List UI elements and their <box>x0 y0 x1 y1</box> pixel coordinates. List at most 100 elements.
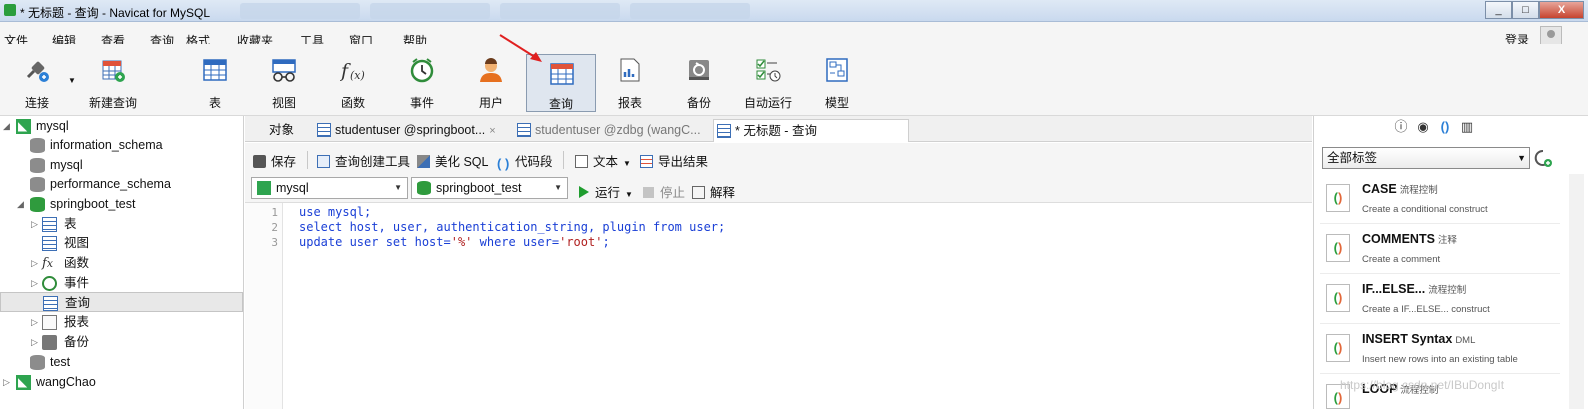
event-button[interactable]: 事件 <box>387 54 457 116</box>
database-open-icon <box>30 197 45 212</box>
view-button[interactable]: 视图 <box>249 54 319 116</box>
export-results-button[interactable]: 导出结果 <box>640 151 708 170</box>
dropdown-arrow-icon[interactable]: ▼ <box>625 190 633 199</box>
auto-run-button[interactable]: 自动运行 <box>733 54 803 116</box>
tree-node-db[interactable]: performance_schema <box>0 174 243 194</box>
connection-tree: ◢ mysql information_schema mysql perform… <box>0 116 244 409</box>
tree-node-conn-wangchao[interactable]: ▷ wangChao <box>0 372 243 392</box>
expand-triangle-icon[interactable]: ▷ <box>31 273 38 293</box>
connection-icon <box>16 116 31 136</box>
report-button[interactable]: 报表 <box>595 54 665 116</box>
tree-node-queries[interactable]: 查询 <box>0 292 243 312</box>
tree-node-db-springboot[interactable]: ◢ springboot_test <box>0 194 243 214</box>
code-snippet-button[interactable]: ( ) 代码段 <box>497 151 553 170</box>
connection-icon <box>16 372 31 392</box>
tree-node-db[interactable]: test <box>0 352 243 372</box>
function-button[interactable]: f (x) 函数 <box>318 54 388 116</box>
stop-button[interactable]: 停止 <box>643 182 685 201</box>
snippet-file-icon: () <box>1326 234 1350 262</box>
backup-button[interactable]: 备份 <box>664 54 734 116</box>
database-icon <box>30 138 45 153</box>
backup-icon <box>689 60 709 80</box>
dropdown-arrow-icon: ▼ <box>1517 153 1526 163</box>
collapse-triangle-icon[interactable]: ◢ <box>17 194 24 214</box>
text-format-button[interactable]: 文本 ▼ <box>575 151 631 170</box>
maximize-button[interactable]: □ <box>1512 1 1539 19</box>
query-icon <box>717 124 731 138</box>
window-title: * 无标题 - 查询 - Navicat for MySQL <box>20 6 211 20</box>
connect-dropdown-arrow[interactable]: ▼ <box>68 76 76 85</box>
snippet-item-if-else[interactable]: () IF...ELSE... 流程控制 Create a IF...ELSE..… <box>1320 276 1560 324</box>
background-taskbar-tab <box>630 3 750 19</box>
eye-icon[interactable]: ◉ <box>1416 120 1430 134</box>
snippet-panel: ⓘ ◉ () ▥ 全部标签 ▼ () CASE 流程控制 Create a con… <box>1313 116 1588 409</box>
tree-node-reports[interactable]: ▷ 报表 <box>0 312 243 332</box>
expand-triangle-icon[interactable]: ▷ <box>31 214 38 234</box>
model-icon <box>826 58 848 82</box>
tag-filter-select[interactable]: 全部标签 ▼ <box>1322 147 1530 169</box>
refresh-add-icon[interactable] <box>1533 148 1553 168</box>
snippet-file-icon: () <box>1326 334 1350 362</box>
tab-studentuser-springboot[interactable]: studentuser @springboot... × <box>317 119 513 142</box>
table-icon <box>42 217 57 232</box>
query-icon <box>43 296 58 311</box>
expand-triangle-icon[interactable]: ▷ <box>3 372 10 392</box>
report-icon <box>42 315 57 330</box>
model-button[interactable]: 模型 <box>802 54 872 116</box>
query-builder-button[interactable]: 查询创建工具 <box>317 151 410 170</box>
code-snippet-icon: ( ) <box>497 156 510 171</box>
database-icon <box>30 355 45 370</box>
divider <box>307 151 308 169</box>
red-annotation-arrow <box>499 34 542 62</box>
tab-objects[interactable]: 对象 <box>269 119 313 142</box>
tree-node-db[interactable]: information_schema <box>0 135 243 155</box>
close-button[interactable]: X <box>1539 1 1584 19</box>
table-button[interactable]: 表 <box>180 54 250 116</box>
dropdown-arrow-icon[interactable]: ▼ <box>623 159 631 168</box>
event-clock-icon <box>410 58 434 83</box>
explain-icon <box>692 186 705 199</box>
expand-triangle-icon[interactable]: ▷ <box>31 253 38 273</box>
database-select[interactable]: springboot_test ▼ <box>411 177 568 199</box>
run-button[interactable]: 运行 ▼ <box>579 182 633 201</box>
code-snippet-icon[interactable]: () <box>1438 120 1452 134</box>
sql-editor[interactable]: 1 2 3 use mysql; select host, user, auth… <box>245 203 1312 409</box>
tree-node-functions[interactable]: ▷ fx 函数 <box>0 253 243 273</box>
stop-icon <box>643 187 654 198</box>
tree-node-backups[interactable]: ▷ 备份 <box>0 332 243 352</box>
backup-icon <box>42 335 57 350</box>
tab-studentuser-zdbg[interactable]: studentuser @zdbg (wangC... <box>517 119 711 142</box>
minimize-button[interactable]: _ <box>1485 1 1512 19</box>
collapse-triangle-icon[interactable]: ◢ <box>3 116 10 136</box>
document-tabs: 对象 studentuser @springboot... × studentus… <box>245 116 1312 142</box>
snippet-item-comments[interactable]: () COMMENTS 注释 Create a comment <box>1320 226 1560 274</box>
export-icon <box>640 155 653 168</box>
report-icon <box>620 58 640 82</box>
new-query-button[interactable]: 新建查询 <box>78 54 148 116</box>
snippet-item-insert[interactable]: () INSERT Syntax DML Insert new rows into… <box>1320 326 1560 374</box>
beautify-sql-button[interactable]: 美化 SQL <box>417 151 489 170</box>
background-taskbar-tab <box>370 3 490 19</box>
snippet-file-icon: () <box>1326 184 1350 212</box>
tab-untitled-query[interactable]: * 无标题 - 查询 <box>713 119 909 142</box>
explain-button[interactable]: 解释 <box>692 182 735 201</box>
connect-button[interactable]: 连接 <box>2 54 72 116</box>
tree-node-tables[interactable]: ▷ 表 <box>0 214 243 234</box>
connection-select[interactable]: mysql ▼ <box>251 177 408 199</box>
expand-triangle-icon[interactable]: ▷ <box>31 332 38 352</box>
info-icon[interactable]: ⓘ <box>1394 120 1408 134</box>
tree-node-views[interactable]: 视图 <box>0 233 243 253</box>
columns-icon[interactable]: ▥ <box>1460 120 1474 134</box>
tree-node-events[interactable]: ▷ 事件 <box>0 273 243 293</box>
tree-node-db[interactable]: mysql <box>0 155 243 175</box>
expand-triangle-icon[interactable]: ▷ <box>31 312 38 332</box>
save-button[interactable]: 保存 <box>253 151 296 170</box>
snippet-scrollbar[interactable] <box>1569 174 1584 409</box>
snippet-item-case[interactable]: () CASE 流程控制 Create a conditional constru… <box>1320 176 1560 224</box>
snippet-file-icon: () <box>1326 284 1350 312</box>
tab-close-icon[interactable]: × <box>489 120 495 142</box>
view-icon <box>272 59 296 82</box>
tree-node-conn-mysql[interactable]: ◢ mysql <box>0 116 243 136</box>
function-icon: fx <box>42 256 53 271</box>
event-clock-icon <box>42 276 57 291</box>
